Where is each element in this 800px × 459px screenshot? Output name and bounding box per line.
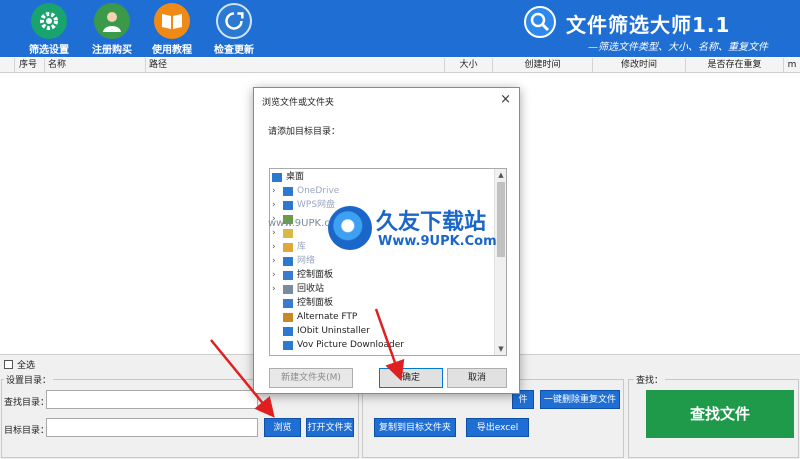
search-logo-icon — [524, 6, 556, 38]
tree-item-label: 库 — [297, 242, 307, 252]
check-update-label: 检查更新 — [214, 45, 254, 56]
book-icon — [154, 3, 190, 39]
app-header: 筛选设置 注册购买 使用教程 检查更新 文件筛选大师1.1 —筛选文件类型、大小… — [0, 0, 800, 57]
tree-item-label: 回收站 — [297, 284, 325, 294]
column-created[interactable]: 创建时间 — [493, 58, 593, 73]
tree-item-label: OneDrive — [297, 186, 340, 196]
tree-item[interactable]: IObit Uninstaller — [270, 325, 495, 338]
folder-icon — [283, 271, 293, 280]
tree-item[interactable]: › 回收站 — [270, 283, 495, 296]
folder-icon — [283, 201, 293, 210]
cancel-button[interactable]: 取消 — [447, 368, 507, 388]
chevron-right-icon[interactable]: › — [272, 213, 276, 226]
filter-settings-label: 筛选设置 — [29, 45, 69, 56]
browse-folder-dialog: 浏览文件或文件夹 × 请添加目标目录： 桌面 › OneDrive › WPS网盘 › › ›… — [253, 87, 520, 394]
tree-item[interactable]: › WPS网盘 — [270, 199, 495, 212]
chevron-right-icon[interactable]: › — [272, 241, 276, 254]
find-files-button[interactable]: 查找文件 — [646, 390, 794, 438]
column-index[interactable]: 序号 — [15, 58, 45, 73]
scroll-down-icon[interactable]: ▼ — [495, 343, 506, 355]
check-update-button[interactable]: 检查更新 — [204, 3, 264, 56]
tutorial-button[interactable]: 使用教程 — [142, 3, 202, 56]
folder-icon — [283, 341, 293, 350]
checkbox-square[interactable] — [4, 360, 13, 369]
column-m[interactable]: m — [784, 58, 800, 73]
scroll-thumb[interactable] — [497, 182, 505, 257]
tree-item[interactable]: › OneDrive — [270, 185, 495, 198]
app-subtitle: —筛选文件类型、大小、名称、重复文件 — [588, 42, 768, 53]
tree-item-label: 控制面板 — [297, 298, 334, 308]
tree-item[interactable]: › — [270, 227, 495, 240]
folder-tree[interactable]: 桌面 › OneDrive › WPS网盘 › › › 库 › 网络 › 控制面板 › 回收站 控制面板 Alt… — [269, 168, 507, 356]
tree-item[interactable]: Alternate FTP — [270, 311, 495, 324]
copy-to-target-button[interactable]: 复制到目标文件夹 — [374, 418, 456, 437]
find-label: 查找： — [634, 373, 666, 386]
remove-duplicates-button[interactable]: 一键删除重复文件 — [540, 390, 620, 409]
select-all-label: 全选 — [17, 361, 36, 371]
folder-icon — [283, 215, 293, 224]
chevron-right-icon[interactable]: › — [272, 269, 276, 282]
tree-item[interactable]: › 控制面板 — [270, 269, 495, 282]
chevron-right-icon[interactable]: › — [272, 283, 276, 296]
register-label: 注册购买 — [92, 45, 132, 56]
tree-item[interactable]: › — [270, 213, 495, 226]
select-all-checkbox[interactable]: 全选 — [4, 358, 35, 371]
tree-item-label: 桌面 — [286, 172, 305, 182]
folder-icon — [283, 327, 293, 336]
browse-button[interactable]: 浏览 — [264, 418, 301, 437]
settings-directory-label: 设置目录： — [4, 373, 54, 386]
column-name[interactable]: 名称 — [45, 58, 146, 73]
filter-settings-button[interactable]: 筛选设置 — [19, 3, 79, 56]
export-excel-button[interactable]: 导出excel — [466, 418, 529, 437]
new-folder-button[interactable]: 新建文件夹(M) — [269, 368, 353, 388]
folder-icon — [283, 285, 293, 294]
search-dir-input[interactable] — [46, 390, 258, 409]
tree-item-label: Alternate FTP — [297, 312, 358, 322]
tree-item[interactable]: 桌面 — [270, 171, 495, 184]
dialog-title: 浏览文件或文件夹 — [262, 98, 335, 108]
chevron-right-icon[interactable]: › — [272, 185, 276, 198]
folder-icon — [283, 243, 293, 252]
close-icon[interactable]: × — [500, 92, 511, 107]
folder-icon — [283, 229, 293, 238]
gear-icon — [31, 3, 67, 39]
tree-item-label: 网络 — [297, 256, 316, 266]
search-dir-label: 查找目录： — [4, 398, 50, 408]
user-icon — [94, 3, 130, 39]
column-modified[interactable]: 修改时间 — [593, 58, 686, 73]
tree-item[interactable]: 控制面板 — [270, 297, 495, 310]
chevron-right-icon[interactable]: › — [272, 227, 276, 240]
ok-button[interactable]: 确定 — [379, 368, 443, 388]
column-duplicate[interactable]: 是否存在重复 — [686, 58, 784, 73]
tree-scrollbar[interactable]: ▲ ▼ — [494, 169, 506, 355]
tree-item[interactable]: › 网络 — [270, 255, 495, 268]
column-path[interactable]: 路径 — [146, 58, 445, 73]
tree-item-label: Vov Picture Downloader — [297, 340, 404, 350]
open-folder-button[interactable]: 打开文件夹 — [306, 418, 354, 437]
tree-item-label: IObit Uninstaller — [297, 326, 370, 336]
folder-icon — [283, 187, 293, 196]
folder-icon — [272, 173, 282, 182]
dialog-prompt: 请添加目标目录： — [268, 127, 341, 137]
column-size[interactable]: 大小 — [445, 58, 493, 73]
target-dir-input[interactable] — [46, 418, 258, 437]
tree-item[interactable]: Vov Picture Downloader — [270, 339, 495, 352]
file-table-header: 序号 名称 路径 大小 创建时间 修改时间 是否存在重复 m — [0, 58, 800, 73]
refresh-icon — [216, 3, 252, 39]
tree-item[interactable]: › 库 — [270, 241, 495, 254]
tree-item-label: 控制面板 — [297, 270, 334, 280]
folder-icon — [283, 313, 293, 322]
app-title: 文件筛选大师1.1 — [566, 13, 731, 37]
tutorial-label: 使用教程 — [152, 45, 192, 56]
target-dir-label: 目标目录： — [4, 426, 50, 436]
register-button[interactable]: 注册购买 — [82, 3, 142, 56]
chevron-right-icon[interactable]: › — [272, 255, 276, 268]
folder-icon — [283, 299, 293, 308]
folder-icon — [283, 257, 293, 266]
tree-item-label: WPS网盘 — [297, 200, 336, 210]
column-blank[interactable] — [0, 58, 15, 73]
chevron-right-icon[interactable]: › — [272, 199, 276, 212]
scroll-up-icon[interactable]: ▲ — [495, 169, 506, 181]
